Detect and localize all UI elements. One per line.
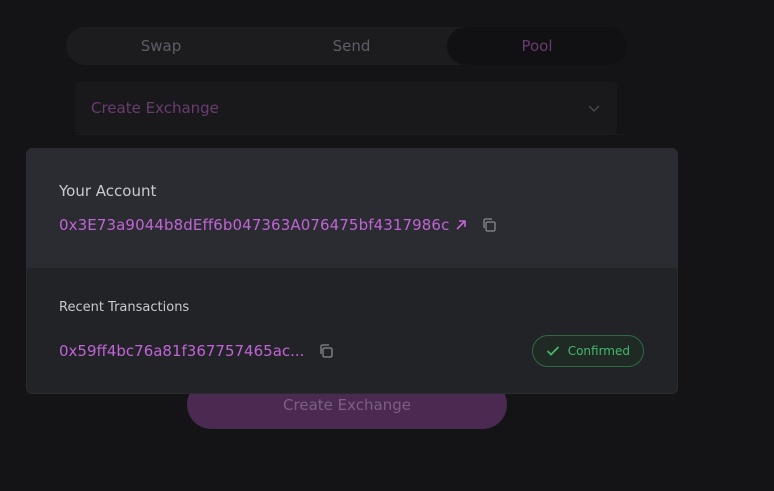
external-link-icon[interactable] (455, 219, 467, 231)
copy-address-icon[interactable] (481, 217, 497, 233)
check-icon (546, 342, 560, 361)
account-title: Your Account (59, 182, 157, 200)
account-section: Your Account 0x3E73a9044b8dEff6b047363A0… (27, 149, 677, 268)
tab-pool[interactable]: Pool (447, 27, 627, 65)
transaction-row: 0x59ff4bc76a81f367757465ac... Confirmed (59, 335, 645, 367)
status-badge-label: Confirmed (567, 344, 630, 358)
transaction-info: 0x59ff4bc76a81f367757465ac... (59, 342, 334, 360)
transaction-hash-link[interactable]: 0x59ff4bc76a81f367757465ac... (59, 342, 304, 360)
exchange-action-select[interactable]: Create Exchange (75, 82, 617, 134)
chevron-down-icon (587, 103, 601, 113)
tab-bar: Swap Send Pool (66, 27, 627, 65)
tab-swap[interactable]: Swap (66, 27, 256, 65)
recent-transactions-section: Recent Transactions 0x59ff4bc76a81f36775… (27, 268, 677, 367)
account-row: 0x3E73a9044b8dEff6b047363A076475bf431798… (59, 216, 645, 234)
select-value: Create Exchange (91, 99, 219, 117)
account-modal: Your Account 0x3E73a9044b8dEff6b047363A0… (26, 148, 678, 394)
tab-send[interactable]: Send (256, 27, 447, 65)
status-badge: Confirmed (531, 335, 644, 367)
copy-hash-icon[interactable] (318, 343, 334, 359)
account-address-link[interactable]: 0x3E73a9044b8dEff6b047363A076475bf431798… (59, 216, 449, 234)
recent-transactions-title: Recent Transactions (59, 300, 190, 315)
